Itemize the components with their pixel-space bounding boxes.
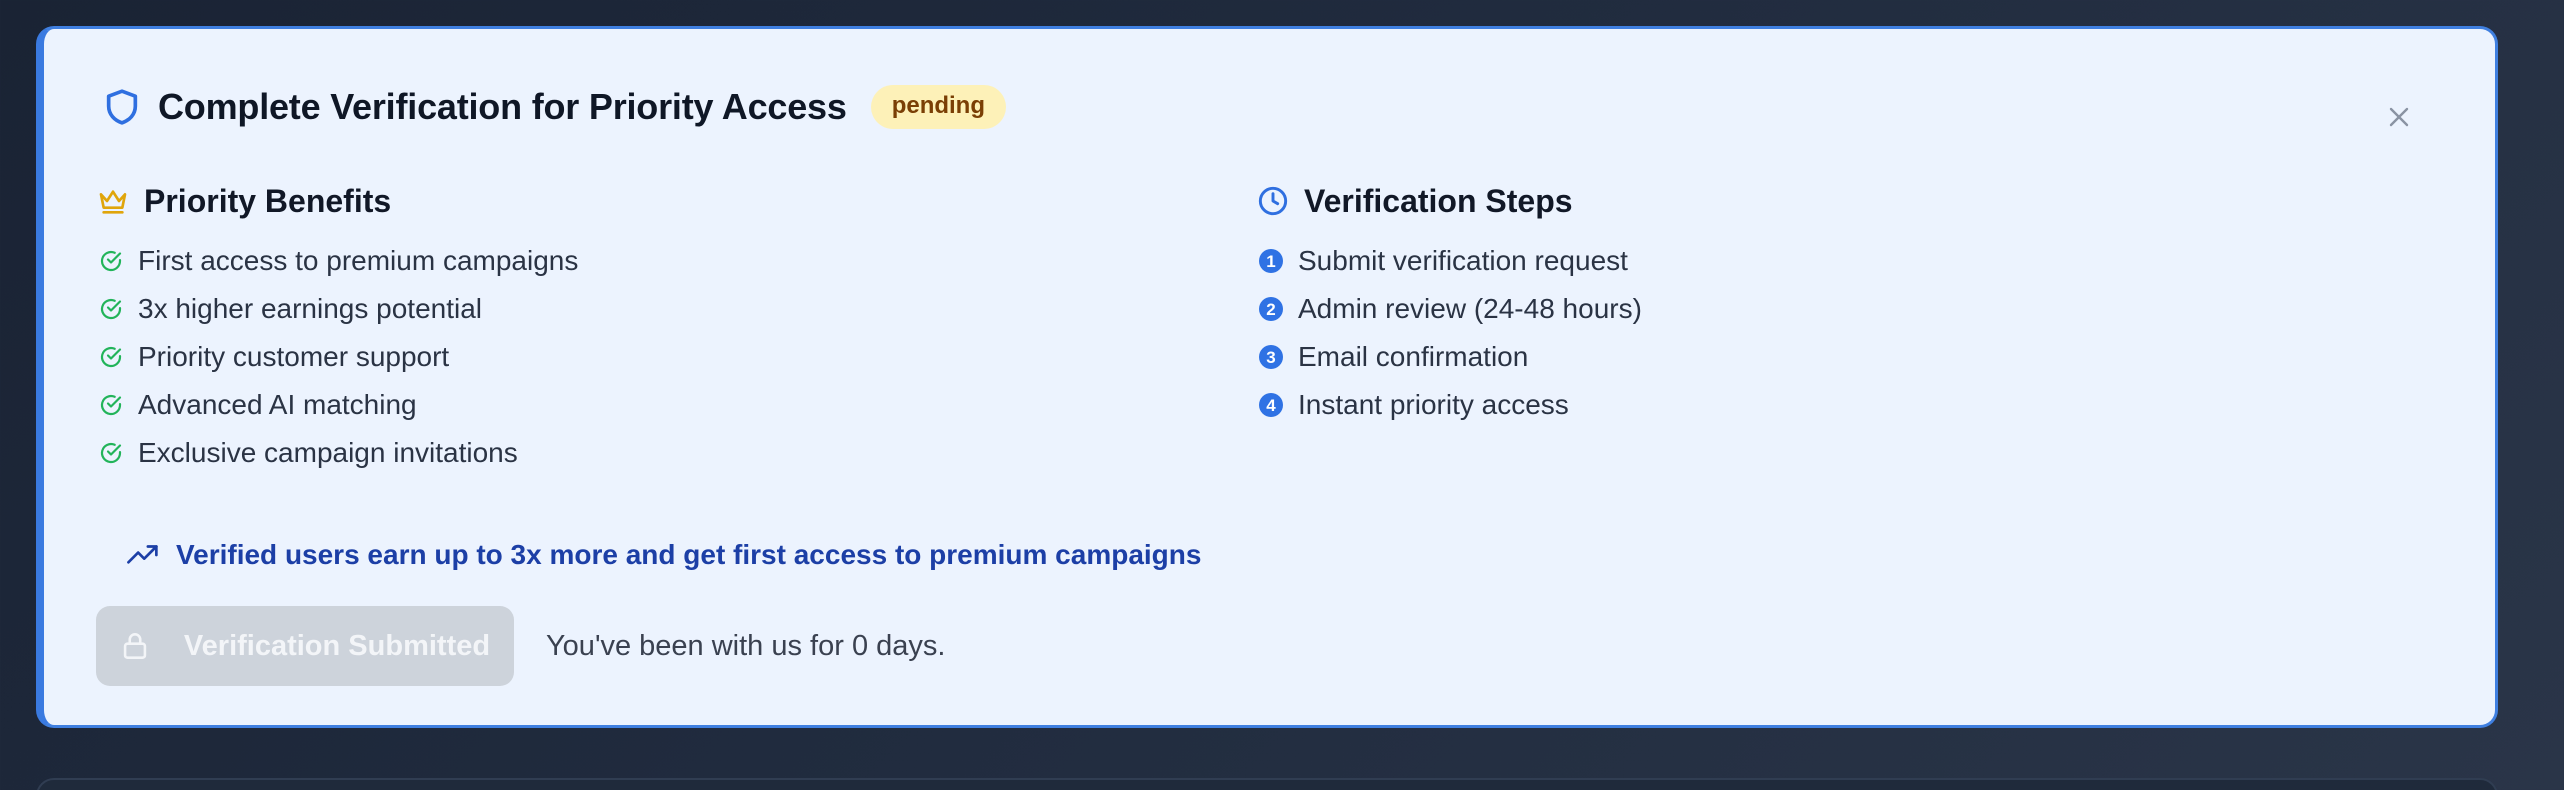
- list-item: Priority customer support: [96, 333, 578, 381]
- next-card-edge: [36, 778, 2498, 790]
- list-item: Advanced AI matching: [96, 381, 578, 429]
- verification-card: Complete Verification for Priority Acces…: [36, 26, 2498, 728]
- trending-up-icon: [124, 540, 162, 570]
- benefit-text: Exclusive campaign invitations: [138, 437, 518, 468]
- close-icon: [2389, 107, 2409, 127]
- list-item: First access to premium campaigns: [96, 237, 578, 285]
- step-number-icon: 3: [1258, 344, 1284, 370]
- step-number-icon: 1: [1258, 248, 1284, 274]
- benefit-text: Priority customer support: [138, 341, 450, 372]
- benefits-section: Priority Benefits First access to premiu…: [96, 179, 578, 477]
- check-circle-icon: [98, 248, 124, 274]
- step-text: Submit verification request: [1298, 245, 1628, 276]
- step-number-icon: 2: [1258, 296, 1284, 322]
- check-circle-icon: [98, 440, 124, 466]
- check-circle-icon: [98, 344, 124, 370]
- benefits-heading-label: Priority Benefits: [144, 182, 392, 219]
- steps-heading: Verification Steps: [1256, 179, 1642, 223]
- benefits-heading: Priority Benefits: [96, 179, 578, 223]
- crown-icon: [96, 184, 130, 218]
- step-number: 1: [1259, 249, 1283, 273]
- card-header: Complete Verification for Priority Acces…: [100, 79, 1007, 135]
- lock-icon: [120, 629, 150, 663]
- steps-section: Verification Steps 1 Submit verification…: [1256, 179, 1642, 429]
- check-circle-icon: [98, 392, 124, 418]
- card-footer: Verification Submitted You've been with …: [96, 605, 945, 687]
- step-number: 2: [1259, 297, 1283, 321]
- benefit-text: Advanced AI matching: [138, 389, 417, 420]
- status-badge: pending: [870, 85, 1007, 129]
- verification-button-label: Verification Submitted: [183, 629, 491, 662]
- clock-icon: [1256, 184, 1290, 218]
- list-item: 4 Instant priority access: [1256, 381, 1642, 429]
- shield-icon: [100, 82, 144, 132]
- step-text: Email confirmation: [1298, 341, 1529, 372]
- benefit-text: 3x higher earnings potential: [138, 293, 483, 324]
- list-item: 2 Admin review (24-48 hours): [1256, 285, 1642, 333]
- card-title: Complete Verification for Priority Acces…: [158, 86, 847, 127]
- benefit-text: First access to premium campaigns: [138, 245, 579, 276]
- promo-message: Verified users earn up to 3x more and ge…: [124, 531, 1201, 579]
- list-item: 3 Email confirmation: [1256, 333, 1642, 381]
- steps-list: 1 Submit verification request 2 Admin re…: [1256, 237, 1642, 429]
- steps-heading-label: Verification Steps: [1304, 182, 1573, 219]
- step-text: Admin review (24-48 hours): [1298, 293, 1642, 324]
- step-number: 3: [1259, 345, 1283, 369]
- tenure-text: You've been with us for 0 days.: [546, 629, 946, 662]
- list-item: 1 Submit verification request: [1256, 237, 1642, 285]
- close-button[interactable]: [2379, 97, 2419, 137]
- step-number: 4: [1259, 393, 1283, 417]
- list-item: Exclusive campaign invitations: [96, 429, 578, 477]
- step-number-icon: 4: [1258, 392, 1284, 418]
- verification-submitted-button[interactable]: Verification Submitted: [96, 606, 514, 686]
- list-item: 3x higher earnings potential: [96, 285, 578, 333]
- check-circle-icon: [98, 296, 124, 322]
- promo-text: Verified users earn up to 3x more and ge…: [176, 539, 1202, 570]
- benefits-list: First access to premium campaigns 3x hig…: [96, 237, 578, 477]
- step-text: Instant priority access: [1298, 389, 1569, 420]
